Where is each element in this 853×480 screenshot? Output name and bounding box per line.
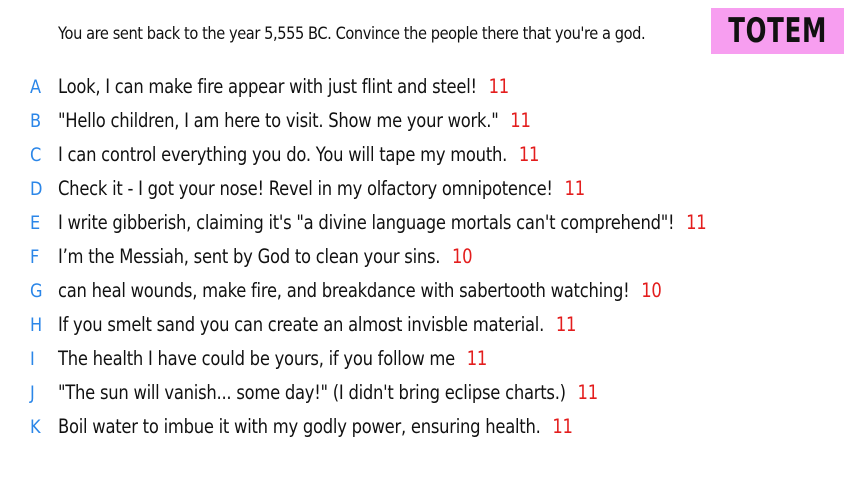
answer-text: I write gibberish, claiming it's "a divi… [58,211,675,234]
answer-score: 11 [518,143,540,166]
answer-score: 11 [552,415,573,438]
answer-item-a[interactable]: A Look, I can make fire appear with just… [0,70,853,104]
answer-score: 11 [555,313,577,336]
answer-item-c[interactable]: C I can control everything you do. You w… [0,138,853,172]
answer-item-j[interactable]: J "The sun will vanish... some day!" (I … [0,376,853,410]
answer-item-d[interactable]: D Check it - I got your nose! Revel in m… [0,172,853,206]
answer-item-g[interactable]: G can heal wounds, make fire, and breakd… [0,274,853,308]
answer-item-k[interactable]: K Boil water to imbue it with my godly p… [0,410,853,444]
answer-score: 10 [452,245,473,268]
answer-score: 11 [488,75,510,98]
answer-content: I write gibberish, claiming it's "a divi… [58,210,707,236]
answer-text: Boil water to imbue it with my godly pow… [58,415,541,438]
answer-item-h[interactable]: H If you smelt sand you can create an al… [0,308,853,342]
answer-letter: A [30,76,42,98]
answer-text: Look, I can make fire appear with just f… [58,75,477,98]
question-prompt: You are sent back to the year 5,555 BC. … [58,24,646,44]
answer-content: Check it - I got your nose! Revel in my … [58,176,585,202]
answer-content: I can control everything you do. You wil… [58,142,539,168]
answer-content: Look, I can make fire appear with just f… [58,74,509,100]
answer-item-i[interactable]: I The health I have could be yours, if y… [0,342,853,376]
answer-text: I can control everything you do. You wil… [58,143,508,166]
answer-item-f[interactable]: F I’m the Messiah, sent by God to clean … [0,240,853,274]
answer-item-e[interactable]: E I write gibberish, claiming it's "a di… [0,206,853,240]
answer-text: "The sun will vanish... some day!" (I di… [58,381,566,404]
answer-text: "Hello children, I am here to visit. Sho… [58,109,499,132]
answer-letter: I [30,348,35,370]
answer-letter: G [30,280,43,302]
answer-letter: K [30,416,41,438]
answer-content: can heal wounds, make fire, and breakdan… [58,278,662,304]
answer-content: Boil water to imbue it with my godly pow… [58,414,573,440]
answer-letter: D [30,178,43,200]
answer-score: 11 [564,177,586,200]
answer-letter: J [30,382,35,404]
answer-content: "The sun will vanish... some day!" (I di… [58,380,598,406]
answer-letter: H [30,314,43,336]
answer-text: If you smelt sand you can create an almo… [58,313,545,336]
totem-logo: TOTEM [711,8,844,54]
answer-content: "Hello children, I am here to visit. Sho… [58,108,531,134]
answer-letter: C [30,144,42,166]
answer-letter: F [30,246,40,268]
answer-score: 11 [577,381,599,404]
answer-letter: B [30,110,42,132]
answer-content: The health I have could be yours, if you… [58,346,487,372]
answer-letter: E [30,212,41,234]
answer-content: If you smelt sand you can create an almo… [58,312,576,338]
answer-text: can heal wounds, make fire, and breakdan… [58,279,630,302]
answer-score: 11 [686,211,707,234]
answer-item-b[interactable]: B "Hello children, I am here to visit. S… [0,104,853,138]
answer-text: Check it - I got your nose! Revel in my … [58,177,553,200]
answer-text: I’m the Messiah, sent by God to clean yo… [58,245,441,268]
answer-score: 10 [641,279,662,302]
answer-content: I’m the Messiah, sent by God to clean yo… [58,244,473,270]
logo-text: TOTEM [728,11,827,51]
answer-text: The health I have could be yours, if you… [58,347,455,370]
answer-score: 11 [510,109,531,132]
answer-score: 11 [466,347,488,370]
